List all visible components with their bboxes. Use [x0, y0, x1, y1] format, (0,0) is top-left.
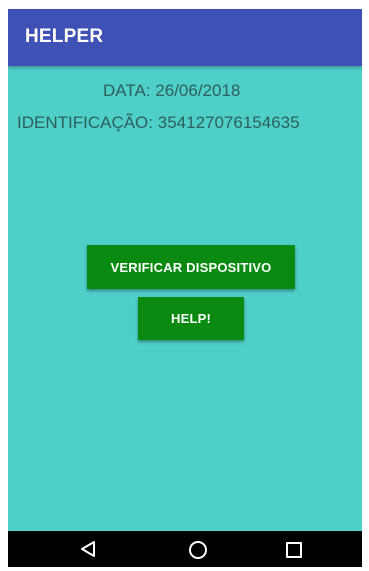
recent-apps-icon[interactable] — [286, 542, 302, 558]
date-line: DATA: 26/06/2018 — [103, 81, 240, 101]
identification-label: IDENTIFICAÇÃO: — [17, 113, 154, 132]
app-bar: HELPER — [8, 9, 362, 66]
identification-value: 354127076154635 — [157, 113, 300, 132]
system-navigation-bar — [8, 531, 362, 567]
home-icon[interactable] — [189, 541, 207, 559]
app-screen: HELPER DATA: 26/06/2018 IDENTIFICAÇÃO: 3… — [8, 9, 362, 567]
identification-line: IDENTIFICAÇÃO: 354127076154635 — [17, 113, 300, 133]
date-value: 26/06/2018 — [155, 81, 241, 100]
verify-device-button[interactable]: VERIFICAR DISPOSITIVO — [87, 245, 295, 289]
help-button[interactable]: HELP! — [138, 297, 244, 340]
date-label: DATA: — [103, 81, 151, 100]
app-title: HELPER — [25, 26, 104, 47]
back-icon[interactable] — [80, 540, 96, 558]
